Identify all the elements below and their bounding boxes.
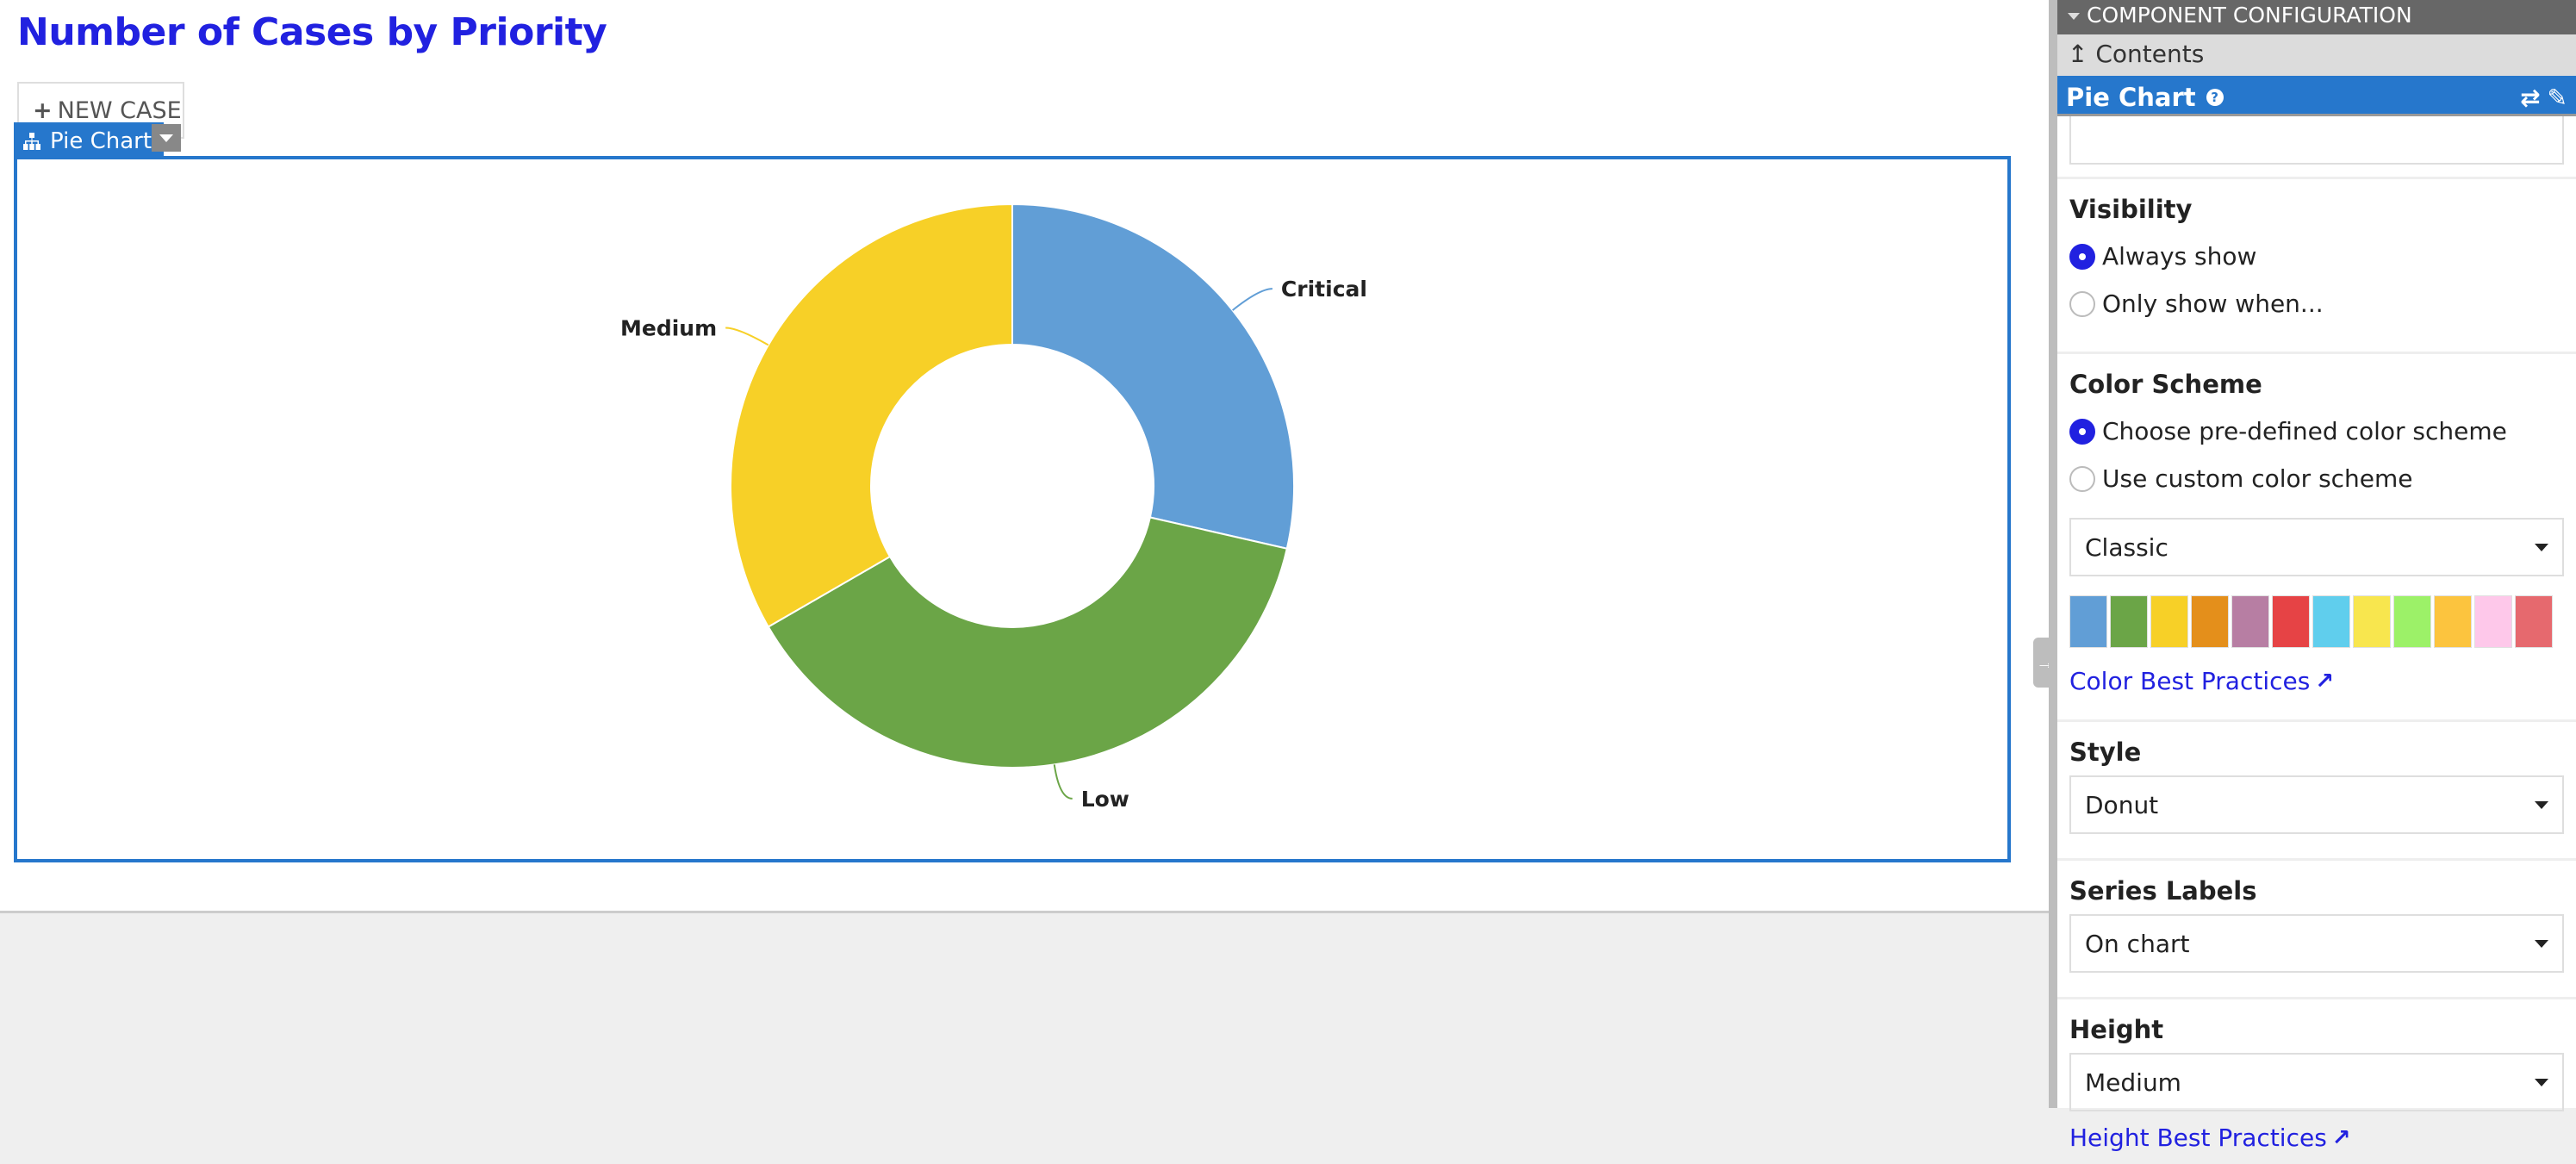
- panel-header-label: COMPONENT CONFIGURATION: [2087, 3, 2412, 28]
- caret-down-icon: [2535, 1078, 2548, 1086]
- height-title: Height: [2069, 1015, 2164, 1044]
- color-swatch: [2069, 595, 2107, 648]
- contents-breadcrumb[interactable]: ↥ Contents: [2057, 34, 2576, 76]
- donut-slice-critical[interactable]: [1011, 202, 1295, 550]
- radio-label: Always show: [2102, 242, 2257, 271]
- predefined-color-scheme-radio[interactable]: Choose pre-defined color scheme: [2069, 408, 2564, 455]
- color-swatch: [2110, 595, 2148, 648]
- select-value: Medium: [2085, 1068, 2181, 1097]
- color-scheme-section: Color Scheme Choose pre-defined color sc…: [2057, 352, 2576, 707]
- style-title: Style: [2069, 738, 2142, 767]
- slice-label: Medium: [620, 316, 717, 341]
- caret-down-icon: [2535, 800, 2548, 809]
- label-connector: [725, 327, 769, 346]
- radio-label: Choose pre-defined color scheme: [2102, 417, 2507, 445]
- donut-slice-medium[interactable]: [730, 202, 1013, 628]
- swap-icon[interactable]: ⇄: [2520, 84, 2540, 112]
- series-labels-title: Series Labels: [2069, 876, 2257, 906]
- radio-unselected-icon: [2069, 290, 2095, 317]
- color-swatch: [2393, 595, 2431, 648]
- color-swatch: [2150, 595, 2188, 648]
- component-tab-label: Pie Chart: [50, 128, 152, 154]
- external-link-icon: ↗: [2331, 1124, 2351, 1151]
- interface-preview: Number of Cases by Priority + NEW CASE Cr…: [0, 0, 2049, 913]
- contents-label: Contents: [2095, 40, 2205, 68]
- visibility-section: Visibility Always show Only show when...: [2057, 177, 2576, 339]
- caret-down-icon: [159, 134, 173, 142]
- select-value: Donut: [2085, 790, 2159, 819]
- visibility-only-show-when-radio[interactable]: Only show when...: [2069, 280, 2564, 327]
- color-swatch: [2353, 595, 2391, 648]
- plus-icon: +: [33, 97, 53, 124]
- visibility-title: Visibility: [2069, 195, 2193, 224]
- color-swatch: [2474, 595, 2512, 648]
- radio-label: Use custom color scheme: [2102, 464, 2413, 493]
- custom-color-scheme-radio[interactable]: Use custom color scheme: [2069, 455, 2564, 502]
- label-connector: [1053, 764, 1073, 800]
- component-menu-button[interactable]: [152, 124, 181, 152]
- color-swatches: [2069, 595, 2564, 648]
- slice-label: Critical: [1281, 277, 1367, 302]
- help-icon[interactable]: ?: [2206, 89, 2224, 106]
- color-scheme-title: Color Scheme: [2069, 370, 2262, 399]
- component-name: Pie Chart: [2066, 83, 2196, 112]
- radio-label: Only show when...: [2102, 289, 2324, 318]
- color-swatch: [2312, 595, 2350, 648]
- component-tab[interactable]: Pie Chart: [14, 122, 165, 157]
- color-scheme-select[interactable]: Classic: [2069, 518, 2564, 576]
- color-swatch: [2272, 595, 2310, 648]
- component-label-input[interactable]: [2069, 116, 2564, 165]
- color-swatch: [2191, 595, 2229, 648]
- style-section: Style Donut: [2057, 719, 2576, 846]
- select-value: Classic: [2085, 532, 2168, 562]
- link-label: Height Best Practices: [2069, 1124, 2327, 1152]
- style-select[interactable]: Donut: [2069, 775, 2564, 834]
- collapse-triangle-icon: [2068, 13, 2080, 20]
- radio-unselected-icon: [2069, 465, 2095, 492]
- component-configuration-panel: COMPONENT CONFIGURATION ↥ Contents Pie C…: [2049, 0, 2576, 1152]
- external-link-icon: ↗: [2315, 668, 2335, 694]
- up-arrow-icon: ↥: [2068, 40, 2088, 68]
- height-select[interactable]: Medium: [2069, 1053, 2564, 1111]
- donut-chart: Critical Low Medium: [620, 202, 1367, 812]
- color-swatch: [2231, 595, 2269, 648]
- hierarchy-icon: [23, 133, 40, 150]
- height-section: Height Medium Height Best Practices ↗: [2057, 997, 2576, 1164]
- radio-selected-icon: [2069, 418, 2095, 445]
- component-name-bar: Pie Chart ? ⇄ ✎: [2057, 76, 2576, 116]
- select-value: On chart: [2085, 929, 2190, 958]
- series-labels-section: Series Labels On chart: [2057, 858, 2576, 985]
- radio-selected-icon: [2069, 243, 2095, 270]
- page-canvas: Number of Cases by Priority + NEW CASE Cr…: [0, 0, 2049, 1108]
- pie-chart-component[interactable]: Critical Low Medium: [14, 156, 2011, 862]
- link-label: Color Best Practices: [2069, 667, 2311, 695]
- caret-down-icon: [2535, 939, 2548, 948]
- color-swatch: [2434, 595, 2472, 648]
- new-case-label: NEW CASE: [57, 97, 182, 124]
- color-best-practices-link[interactable]: Color Best Practices ↗: [2069, 667, 2564, 695]
- edit-icon[interactable]: ✎: [2548, 84, 2567, 112]
- color-swatch: [2515, 595, 2553, 648]
- visibility-always-show-radio[interactable]: Always show: [2069, 233, 2564, 280]
- panel-header[interactable]: COMPONENT CONFIGURATION: [2057, 0, 2576, 34]
- caret-down-icon: [2535, 543, 2548, 551]
- height-best-practices-link[interactable]: Height Best Practices ↗: [2069, 1124, 2564, 1152]
- slice-label: Low: [1081, 787, 1129, 812]
- page-title: Number of Cases by Priority: [17, 10, 607, 54]
- label-connector: [1232, 288, 1272, 311]
- series-labels-select[interactable]: On chart: [2069, 914, 2564, 973]
